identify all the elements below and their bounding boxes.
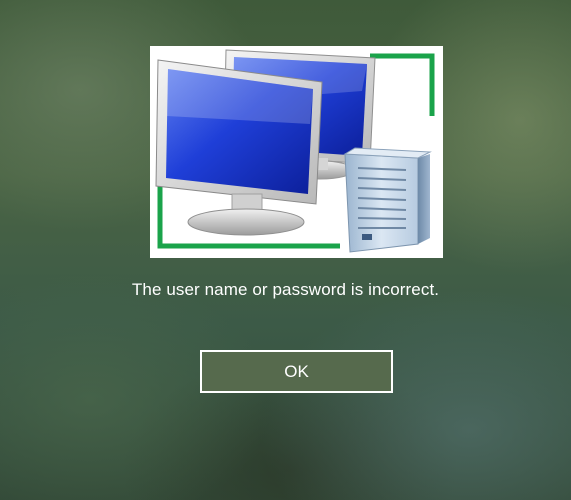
- ok-button[interactable]: OK: [200, 350, 393, 393]
- network-computers-server-icon: [150, 46, 443, 258]
- logon-screen: The user name or password is incorrect. …: [0, 0, 571, 500]
- error-message: The user name or password is incorrect.: [131, 280, 440, 299]
